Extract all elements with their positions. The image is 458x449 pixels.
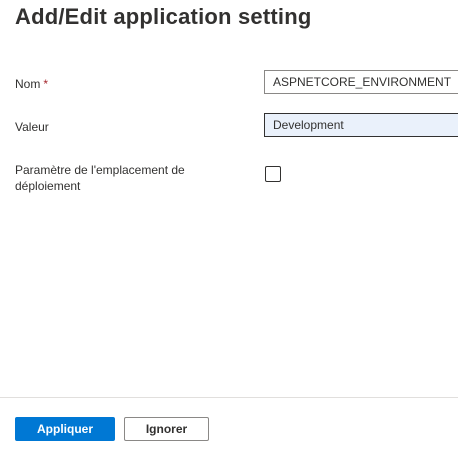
edit-setting-panel: Add/Edit application setting Nom* Valeur… — [0, 0, 458, 449]
apply-button[interactable]: Appliquer — [15, 417, 115, 441]
slot-setting-checkbox[interactable] — [265, 166, 281, 182]
slot-setting-label: Paramètre de l'emplacement de déploiemen… — [15, 163, 185, 193]
ignore-button[interactable]: Ignorer — [124, 417, 209, 441]
footer-divider — [0, 397, 458, 398]
required-marker: * — [43, 77, 49, 91]
name-field-label: Nom * — [15, 76, 48, 92]
value-field-label: Valeur — [15, 120, 49, 134]
value-input[interactable] — [264, 113, 458, 137]
name-input[interactable] — [264, 70, 458, 94]
panel-title: Add/Edit application setting — [15, 4, 312, 29]
name-label-text: Nom — [15, 77, 41, 91]
